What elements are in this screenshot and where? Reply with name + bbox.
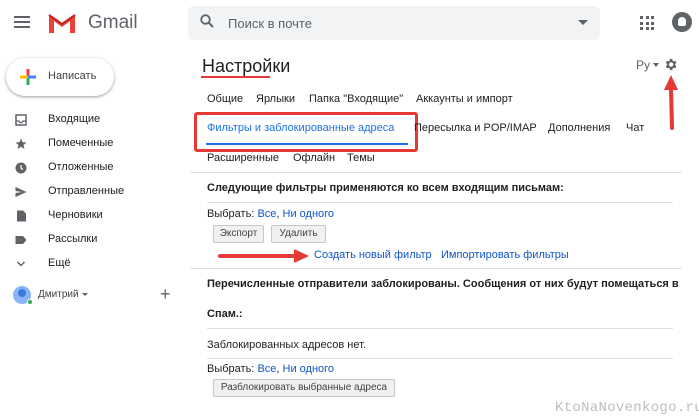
- tab-labels[interactable]: Ярлыки: [256, 93, 295, 105]
- sidebar-item-label: Помеченные: [48, 137, 114, 149]
- tab-accounts[interactable]: Аккаунты и импорт: [416, 93, 513, 105]
- sidebar-item-drafts[interactable]: Черновики: [0, 205, 180, 227]
- account-avatar-icon[interactable]: [672, 12, 692, 32]
- unblock-button[interactable]: Разблокировать выбранные адреса: [213, 379, 395, 397]
- tab-chat[interactable]: Чат: [626, 122, 644, 134]
- annotation-highlight-box: [194, 112, 418, 152]
- blocked-empty-text: Заблокированных адресов нет.: [207, 339, 366, 351]
- sidebar-item-label: Ещё: [48, 257, 71, 269]
- language-selector[interactable]: Ру: [636, 58, 650, 72]
- tab-advanced[interactable]: Расширенные: [207, 152, 279, 164]
- filters-select-row: Выбрать: Все, Ни одного: [207, 208, 334, 220]
- tab-offline[interactable]: Офлайн: [293, 152, 335, 164]
- sidebar-item-label: Входящие: [48, 113, 101, 125]
- divider: [207, 202, 673, 203]
- search-input[interactable]: [228, 13, 528, 33]
- user-caret-icon[interactable]: [82, 293, 88, 296]
- compose-label: Написать: [48, 70, 97, 82]
- apps-grid-icon[interactable]: [640, 16, 654, 30]
- export-button[interactable]: Экспорт: [213, 225, 264, 243]
- divider: [207, 328, 673, 329]
- sidebar-item-label: Отправленные: [48, 185, 125, 197]
- page-title: Настройки: [202, 56, 291, 76]
- inbox-icon: [15, 114, 27, 126]
- tab-inbox[interactable]: Папка "Входящие": [309, 93, 403, 105]
- annotation-arrow: [218, 249, 309, 263]
- sidebar-item-inbox[interactable]: Входящие: [0, 109, 180, 131]
- online-status-icon: [27, 299, 33, 305]
- search-options-caret-icon[interactable]: [578, 20, 588, 25]
- select-none-link[interactable]: Ни одного: [283, 208, 335, 220]
- create-filter-link[interactable]: Создать новый фильтр: [314, 249, 432, 261]
- chevron-down-icon: [16, 261, 26, 267]
- label-icon: [15, 236, 27, 244]
- sidebar-item-label: Рассылки: [48, 233, 98, 245]
- main-menu-icon[interactable]: [14, 16, 30, 28]
- select-all-link[interactable]: Все: [257, 363, 276, 375]
- draft-icon: [17, 210, 26, 222]
- add-contact-icon[interactable]: +: [160, 284, 171, 305]
- send-icon: [15, 187, 27, 197]
- divider: [190, 268, 682, 269]
- select-all-link[interactable]: Все: [257, 208, 276, 220]
- sidebar-item-sent[interactable]: Отправленные: [0, 181, 180, 203]
- clock-icon: [15, 162, 27, 174]
- compose-button[interactable]: Написать: [6, 58, 114, 96]
- blocked-heading-cont: Спам.:: [207, 308, 243, 320]
- plus-icon: [20, 69, 36, 85]
- blocked-select-row: Выбрать: Все, Ни одного: [207, 363, 334, 375]
- gmail-logo-text: Gmail: [88, 12, 138, 33]
- select-none-link[interactable]: Ни одного: [283, 363, 335, 375]
- sidebar-item-more[interactable]: Ещё: [0, 253, 180, 275]
- select-label: Выбрать:: [207, 363, 255, 375]
- sidebar-item-starred[interactable]: Помеченные: [0, 133, 180, 155]
- blocked-heading: Перечисленные отправители заблокированы.…: [207, 278, 679, 290]
- sidebar-item-label: Отложенные: [48, 161, 114, 173]
- delete-button[interactable]: Удалить: [271, 225, 326, 243]
- filters-heading: Следующие фильтры применяются ко всем вх…: [207, 182, 564, 194]
- search-icon[interactable]: [200, 14, 214, 28]
- annotation-arrow: [664, 75, 678, 130]
- tab-addons[interactable]: Дополнения: [548, 122, 610, 134]
- star-icon: [15, 138, 27, 149]
- language-caret-icon[interactable]: [653, 63, 659, 67]
- sidebar-item-newsletters[interactable]: Рассылки: [0, 229, 180, 251]
- tab-general[interactable]: Общие: [207, 93, 243, 105]
- tab-forwarding[interactable]: Пересылка и POP/IMAP: [414, 122, 537, 134]
- gear-icon[interactable]: [663, 57, 678, 72]
- user-name[interactable]: Дмитрий: [38, 289, 79, 300]
- sidebar-item-snoozed[interactable]: Отложенные: [0, 157, 180, 179]
- annotation-underline: [201, 76, 270, 78]
- import-filters-link[interactable]: Импортировать фильтры: [441, 249, 569, 261]
- gmail-logo-icon: [48, 14, 76, 33]
- select-label: Выбрать:: [207, 208, 255, 220]
- divider: [207, 358, 673, 359]
- divider: [190, 172, 682, 173]
- tab-themes[interactable]: Темы: [347, 152, 375, 164]
- sidebar-item-label: Черновики: [48, 209, 103, 221]
- watermark: KtoNaNovenkogo.ru: [555, 400, 699, 416]
